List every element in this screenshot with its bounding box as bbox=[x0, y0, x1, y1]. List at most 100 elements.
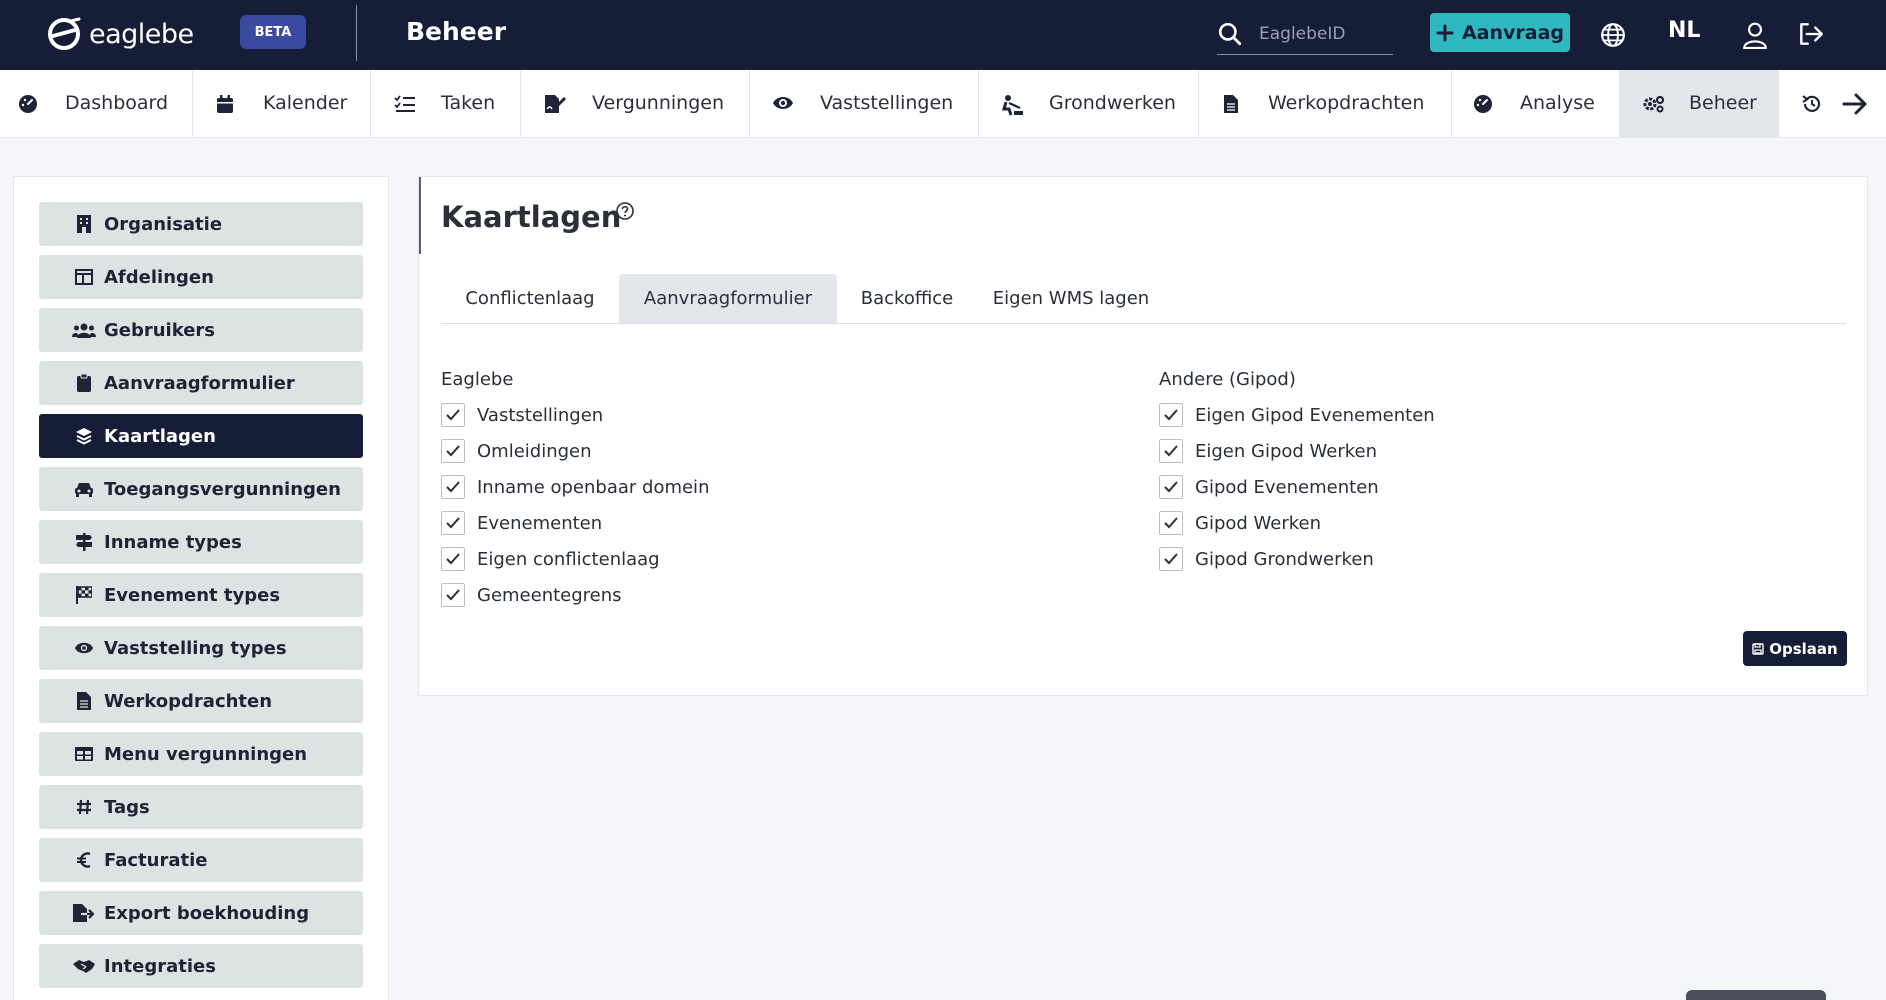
search-icon bbox=[1218, 22, 1242, 46]
sidebar-item-toegangsvergunningen[interactable]: Toegangsvergunningen bbox=[39, 467, 363, 511]
save-label: Opslaan bbox=[1769, 639, 1838, 658]
user-icon[interactable] bbox=[1742, 21, 1768, 49]
nav-item-analyse[interactable]: Analyse bbox=[1452, 70, 1620, 138]
sidebar-item-menu-vergunningen[interactable]: Menu vergunningen bbox=[39, 732, 363, 776]
help-icon[interactable] bbox=[615, 201, 635, 221]
sidebar-item-label: Aanvraagformulier bbox=[104, 372, 295, 394]
nav-label: Analyse bbox=[1520, 92, 1595, 114]
sidebar-item-label: Afdelingen bbox=[104, 266, 214, 288]
main-nav: Dashboard Kalender Taken Vergunningen Va… bbox=[0, 70, 1886, 138]
checkbox[interactable] bbox=[1159, 475, 1183, 499]
checkbox-row[interactable]: Gipod Grondwerken bbox=[1159, 547, 1374, 571]
logo[interactable]: eaglebe bbox=[47, 17, 194, 51]
save-button[interactable]: Opslaan bbox=[1743, 631, 1847, 666]
checkbox[interactable] bbox=[1159, 547, 1183, 571]
history-icon[interactable] bbox=[1801, 93, 1823, 115]
checkbox-row[interactable]: Vaststellingen bbox=[441, 403, 603, 427]
layers-icon bbox=[72, 427, 96, 445]
checkbox[interactable] bbox=[1159, 511, 1183, 535]
digging-icon bbox=[1002, 95, 1023, 116]
check-icon bbox=[446, 553, 460, 565]
checkbox-row[interactable]: Gipod Werken bbox=[1159, 511, 1321, 535]
sidebar-item-label: Tags bbox=[104, 796, 150, 818]
checkbox[interactable] bbox=[441, 439, 465, 463]
sidebar-item-evenement-types[interactable]: Evenement types bbox=[39, 573, 363, 617]
checkbox[interactable] bbox=[441, 403, 465, 427]
checkbox[interactable] bbox=[1159, 439, 1183, 463]
sidebar-item-label: Facturatie bbox=[104, 849, 208, 871]
checkbox-label: Gipod Werken bbox=[1195, 512, 1322, 534]
checkbox[interactable] bbox=[1159, 403, 1183, 427]
settings-sidebar: Organisatie Afdelingen Gebruikers Aanvra… bbox=[13, 176, 389, 1000]
checkbox-row[interactable]: Eigen Gipod Werken bbox=[1159, 439, 1377, 463]
logout-icon[interactable] bbox=[1797, 21, 1825, 47]
sidebar-item-label: Organisatie bbox=[104, 213, 223, 235]
table-icon bbox=[72, 747, 96, 761]
nav-item-taken[interactable]: Taken bbox=[371, 70, 521, 138]
checkbox-label: Inname openbaar domein bbox=[477, 476, 710, 498]
sidebar-item-inname-types[interactable]: Inname types bbox=[39, 520, 363, 564]
nav-item-dashboard[interactable]: Dashboard bbox=[0, 70, 193, 138]
checkbox-row[interactable]: Eigen Gipod Evenementen bbox=[1159, 403, 1435, 427]
cogs-icon bbox=[1643, 95, 1665, 113]
header-divider bbox=[356, 5, 357, 61]
nav-item-beheer[interactable]: Beheer bbox=[1620, 70, 1779, 138]
nav-label: Grondwerken bbox=[1049, 92, 1176, 114]
sidebar-item-tags[interactable]: Tags bbox=[39, 785, 363, 829]
document-icon bbox=[1224, 95, 1238, 113]
checkbox-row[interactable]: Inname openbaar domein bbox=[441, 475, 709, 499]
tab-bar: Conflictenlaag Aanvraagformulier Backoff… bbox=[441, 274, 1846, 324]
sidebar-item-aanvraagformulier[interactable]: Aanvraagformulier bbox=[39, 361, 363, 405]
sidebar-item-kaartlagen[interactable]: Kaartlagen bbox=[39, 414, 363, 458]
checkbox-label: Gemeentegrens bbox=[477, 584, 622, 606]
car-icon bbox=[72, 481, 96, 497]
new-request-button[interactable]: Aanvraag bbox=[1430, 13, 1570, 52]
search-box bbox=[1217, 15, 1393, 55]
tab-backoffice[interactable]: Backoffice bbox=[837, 274, 977, 323]
sidebar-item-vaststelling-types[interactable]: Vaststelling types bbox=[39, 626, 363, 670]
card-accent-bar bbox=[419, 177, 421, 254]
nav-label: Vaststellingen bbox=[820, 92, 954, 114]
tab-conflictenlaag[interactable]: Conflictenlaag bbox=[441, 274, 619, 323]
checkbox-row[interactable]: Evenementen bbox=[441, 511, 602, 535]
nav-item-kalender[interactable]: Kalender bbox=[193, 70, 371, 138]
gauge-icon bbox=[1474, 95, 1492, 113]
sidebar-item-gebruikers[interactable]: Gebruikers bbox=[39, 308, 363, 352]
check-icon bbox=[446, 517, 460, 529]
checkbox-row[interactable]: Gipod Evenementen bbox=[1159, 475, 1379, 499]
page-section-title: Beheer bbox=[406, 17, 507, 46]
check-icon bbox=[446, 589, 460, 601]
arrow-right-icon[interactable] bbox=[1842, 92, 1868, 116]
checkbox-row[interactable]: Eigen conflictenlaag bbox=[441, 547, 660, 571]
checkbox[interactable] bbox=[441, 511, 465, 535]
check-icon bbox=[446, 481, 460, 493]
checkbox[interactable] bbox=[441, 547, 465, 571]
sidebar-item-facturatie[interactable]: Facturatie bbox=[39, 838, 363, 882]
document-icon bbox=[72, 692, 96, 710]
tab-eigen-wms-lagen[interactable]: Eigen WMS lagen bbox=[977, 274, 1165, 323]
search-input[interactable] bbox=[1259, 20, 1389, 48]
globe-icon[interactable] bbox=[1600, 22, 1626, 48]
sidebar-item-afdelingen[interactable]: Afdelingen bbox=[39, 255, 363, 299]
checkbox[interactable] bbox=[441, 475, 465, 499]
nav-item-grondwerken[interactable]: Grondwerken bbox=[979, 70, 1199, 138]
floppy-disk-icon bbox=[1752, 642, 1764, 655]
checkbox[interactable] bbox=[441, 583, 465, 607]
checkbox-label: Vaststellingen bbox=[477, 404, 604, 426]
sidebar-item-integraties[interactable]: Integraties bbox=[39, 944, 363, 988]
sidebar-item-export-boekhouding[interactable]: Export boekhouding bbox=[39, 891, 363, 935]
floating-corner-tab[interactable] bbox=[1686, 990, 1826, 1000]
language-selector[interactable]: NL bbox=[1668, 18, 1700, 43]
layout-icon bbox=[72, 269, 96, 285]
tab-aanvraagformulier[interactable]: Aanvraagformulier bbox=[619, 274, 837, 323]
sidebar-item-werkopdrachten[interactable]: Werkopdrachten bbox=[39, 679, 363, 723]
sidebar-item-organisatie[interactable]: Organisatie bbox=[39, 202, 363, 246]
checkbox-row[interactable]: Omleidingen bbox=[441, 439, 592, 463]
nav-item-werkopdrachten[interactable]: Werkopdrachten bbox=[1199, 70, 1452, 138]
nav-item-vaststellingen[interactable]: Vaststellingen bbox=[750, 70, 979, 138]
checkbox-row[interactable]: Gemeentegrens bbox=[441, 583, 622, 607]
logo-text: eaglebe bbox=[89, 18, 194, 50]
check-icon bbox=[1164, 445, 1178, 457]
nav-item-vergunningen[interactable]: Vergunningen bbox=[521, 70, 750, 138]
flag-checkered-icon bbox=[72, 586, 96, 604]
